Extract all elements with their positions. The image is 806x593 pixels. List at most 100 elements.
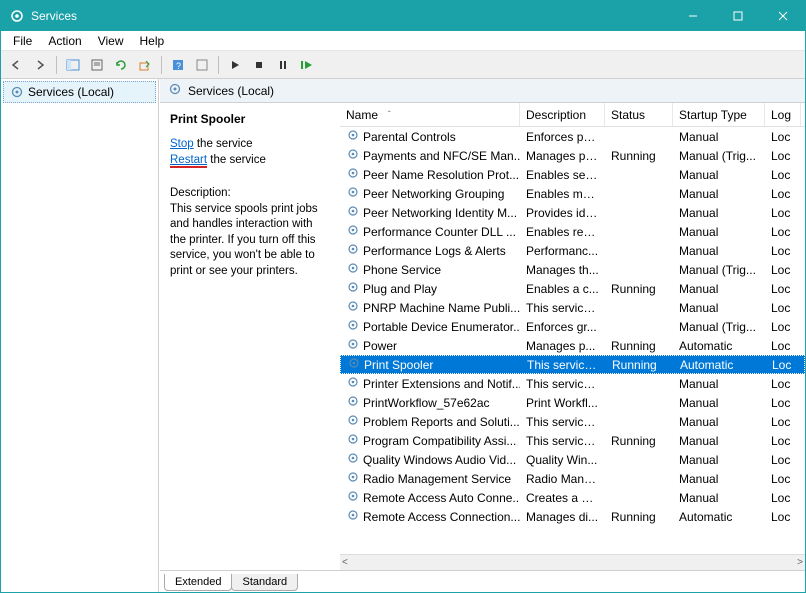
service-log-on-as: Loc: [765, 415, 801, 429]
service-row[interactable]: Remote Access Auto Conne...Creates a co.…: [340, 488, 805, 507]
refresh-button[interactable]: [110, 54, 132, 76]
show-hide-tree-button[interactable]: [62, 54, 84, 76]
gear-icon: [346, 508, 360, 525]
minimize-button[interactable]: [670, 1, 715, 31]
service-name: Remote Access Connection...: [363, 510, 520, 524]
forward-button[interactable]: [29, 54, 51, 76]
service-row[interactable]: Printer Extensions and Notif...This serv…: [340, 374, 805, 393]
service-description: Manages th...: [520, 263, 605, 277]
service-startup-type: Manual: [673, 415, 765, 429]
gear-icon: [346, 432, 360, 449]
export-button[interactable]: [134, 54, 156, 76]
menu-help[interactable]: Help: [132, 32, 173, 50]
service-name: Peer Networking Identity M...: [363, 206, 517, 220]
service-row[interactable]: Performance Logs & AlertsPerformanc...Ma…: [340, 241, 805, 260]
menu-file[interactable]: File: [5, 32, 40, 50]
service-name: Performance Logs & Alerts: [363, 244, 506, 258]
right-pane-header: Services (Local): [160, 79, 805, 103]
maximize-button[interactable]: [715, 1, 760, 31]
service-row[interactable]: Remote Access Connection...Manages di...…: [340, 507, 805, 526]
column-status[interactable]: Status: [605, 103, 673, 126]
service-startup-type: Manual (Trig...: [673, 320, 765, 334]
column-name[interactable]: Nameˆ: [340, 103, 520, 126]
pause-service-button[interactable]: [272, 54, 294, 76]
main-area: Services (Local) Services (Local) Print …: [1, 79, 805, 592]
service-row[interactable]: Problem Reports and Soluti...This servic…: [340, 412, 805, 431]
service-row[interactable]: Program Compatibility Assi...This servic…: [340, 431, 805, 450]
start-service-button[interactable]: [224, 54, 246, 76]
service-name: Portable Device Enumerator...: [363, 320, 520, 334]
app-gear-icon: [9, 8, 25, 24]
service-row[interactable]: Peer Name Resolution Prot...Enables serv…: [340, 165, 805, 184]
back-button[interactable]: [5, 54, 27, 76]
gear-icon: [346, 223, 360, 240]
service-description: This service ...: [520, 377, 605, 391]
service-status: Running: [605, 339, 673, 353]
service-status: Running: [605, 149, 673, 163]
service-name: Peer Networking Grouping: [363, 187, 504, 201]
service-description: Enables serv...: [520, 168, 605, 182]
service-log-on-as: Loc: [766, 358, 802, 372]
service-log-on-as: Loc: [765, 472, 801, 486]
gear-icon: [346, 128, 360, 145]
service-log-on-as: Loc: [765, 130, 801, 144]
help-button[interactable]: ?: [167, 54, 189, 76]
service-row[interactable]: Payments and NFC/SE Man...Manages pa...R…: [340, 146, 805, 165]
service-startup-type: Manual: [673, 130, 765, 144]
column-startup-type[interactable]: Startup Type: [673, 103, 765, 126]
gear-icon: [346, 394, 360, 411]
service-row[interactable]: Portable Device Enumerator...Enforces gr…: [340, 317, 805, 336]
service-name: Peer Name Resolution Prot...: [363, 168, 519, 182]
service-description: This service ...: [520, 415, 605, 429]
service-row[interactable]: PrintWorkflow_57e62acPrint Workfl...Manu…: [340, 393, 805, 412]
menu-action[interactable]: Action: [40, 32, 89, 50]
service-name: Quality Windows Audio Vid...: [363, 453, 516, 467]
service-row[interactable]: Radio Management ServiceRadio Mana...Man…: [340, 469, 805, 488]
tab-standard[interactable]: Standard: [231, 574, 298, 591]
service-row[interactable]: PNRP Machine Name Publi...This service .…: [340, 298, 805, 317]
service-startup-type: Manual (Trig...: [673, 263, 765, 277]
service-row[interactable]: Quality Windows Audio Vid...Quality Win.…: [340, 450, 805, 469]
tree-root-services-local[interactable]: Services (Local): [3, 81, 156, 103]
service-row[interactable]: Peer Networking GroupingEnables mul...Ma…: [340, 184, 805, 203]
service-log-on-as: Loc: [765, 377, 801, 391]
service-log-on-as: Loc: [765, 396, 801, 410]
service-status: Running: [605, 510, 673, 524]
service-row[interactable]: Phone ServiceManages th...Manual (Trig..…: [340, 260, 805, 279]
service-startup-type: Manual: [673, 301, 765, 315]
service-row[interactable]: Performance Counter DLL ...Enables rem..…: [340, 222, 805, 241]
restart-service-button[interactable]: [296, 54, 318, 76]
service-description: Radio Mana...: [520, 472, 605, 486]
service-row[interactable]: Peer Networking Identity M...Provides id…: [340, 203, 805, 222]
stop-service-link[interactable]: Stop: [170, 138, 194, 150]
help2-button[interactable]: [191, 54, 213, 76]
gear-icon: [346, 413, 360, 430]
properties-button[interactable]: [86, 54, 108, 76]
close-button[interactable]: [760, 1, 805, 31]
tab-extended[interactable]: Extended: [164, 574, 232, 591]
service-log-on-as: Loc: [765, 339, 801, 353]
service-description: This service ...: [520, 301, 605, 315]
column-description[interactable]: Description: [520, 103, 605, 126]
service-startup-type: Manual: [673, 206, 765, 220]
menu-view[interactable]: View: [90, 32, 132, 50]
service-row[interactable]: Plug and PlayEnables a c...RunningManual…: [340, 279, 805, 298]
h-scrollbar[interactable]: <>: [340, 554, 805, 570]
service-startup-type: Automatic: [673, 510, 765, 524]
service-row[interactable]: Parental ControlsEnforces pa...ManualLoc: [340, 127, 805, 146]
service-status: Running: [605, 434, 673, 448]
service-startup-type: Manual: [673, 187, 765, 201]
service-startup-type: Manual: [673, 225, 765, 239]
gear-icon: [346, 166, 360, 183]
service-status: Running: [605, 282, 673, 296]
list-body[interactable]: Parental ControlsEnforces pa...ManualLoc…: [340, 127, 805, 554]
gear-icon: [10, 85, 24, 99]
service-row[interactable]: PowerManages p...RunningAutomaticLoc: [340, 336, 805, 355]
service-row[interactable]: Print SpoolerThis service ...RunningAuto…: [340, 355, 805, 374]
service-startup-type: Manual: [673, 396, 765, 410]
restart-service-link[interactable]: Restart: [170, 154, 207, 168]
selected-service-title: Print Spooler: [170, 111, 330, 127]
service-name: Print Spooler: [364, 358, 433, 372]
stop-service-button[interactable]: [248, 54, 270, 76]
column-log-on-as[interactable]: Log: [765, 103, 801, 126]
